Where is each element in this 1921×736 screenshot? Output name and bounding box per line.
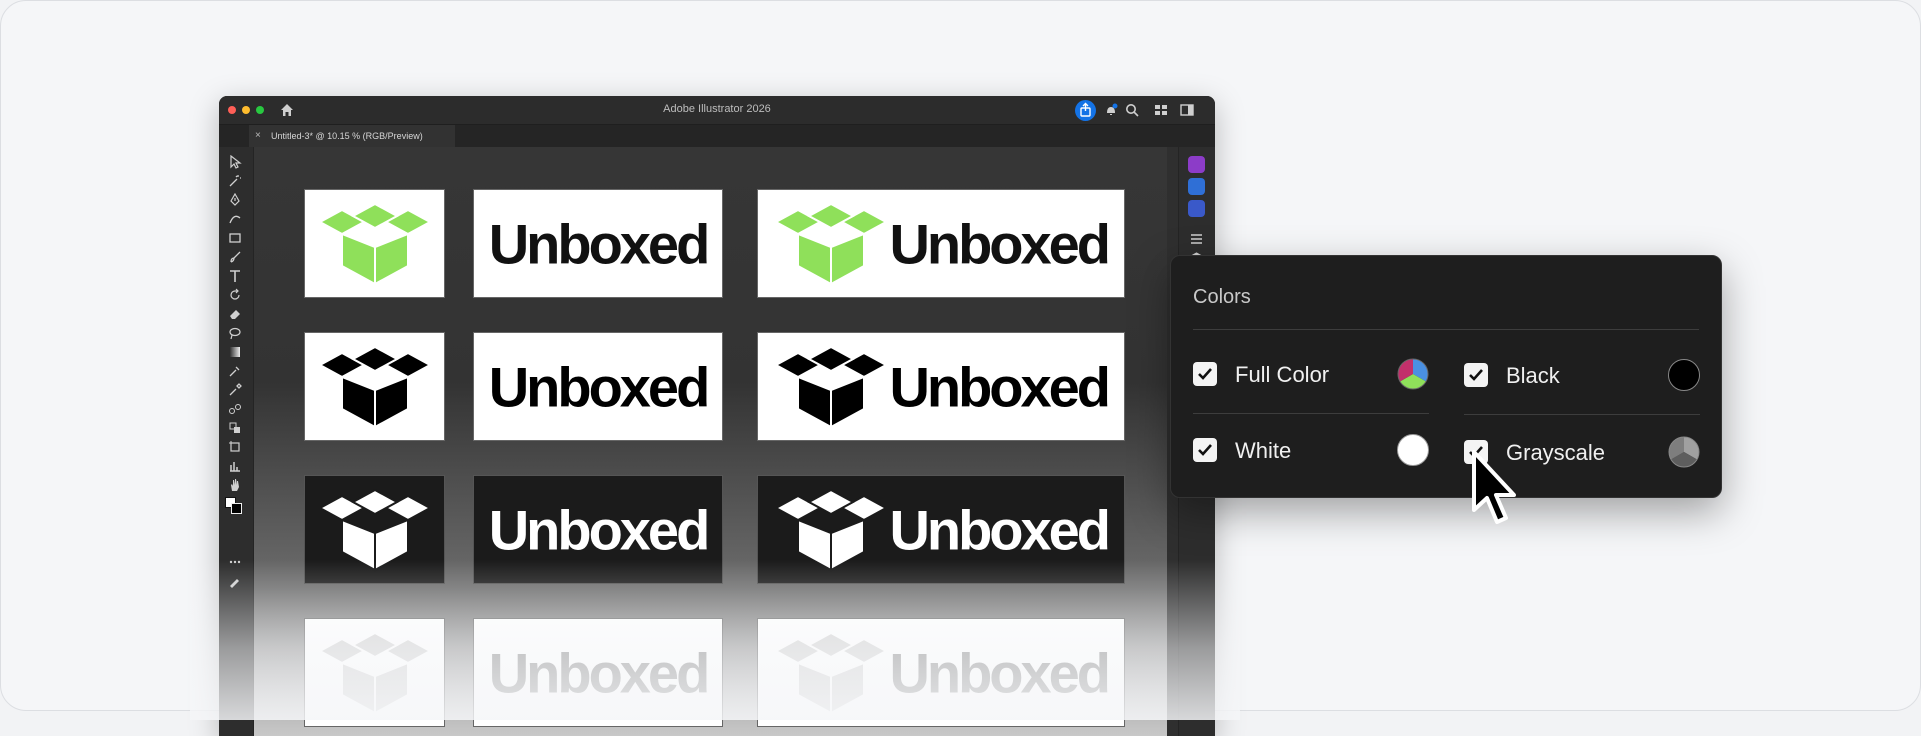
unboxed-logo-icon: [317, 488, 432, 577]
tricolor-swatch-icon: [1397, 358, 1429, 390]
artboard-black-icon[interactable]: [304, 332, 445, 441]
title-bar: Adobe Illustrator 2026: [219, 96, 1215, 125]
unboxed-logo-icon: [317, 202, 432, 291]
unboxed-wordmark: Unboxed: [488, 498, 711, 561]
artboard-black-combo[interactable]: Unboxed: [757, 332, 1125, 441]
document-tab[interactable]: × Untitled-3* @ 10.15 % (RGB/Preview): [249, 125, 455, 147]
option-black[interactable]: Black: [1464, 355, 1700, 415]
unboxed-wordmark: Unboxed: [889, 212, 1111, 275]
search-icon[interactable]: [1124, 102, 1140, 118]
artboard-full-color-combo[interactable]: Unboxed: [757, 189, 1125, 298]
option-white[interactable]: White: [1193, 430, 1429, 470]
gradient-tool-icon[interactable]: [228, 345, 242, 359]
unboxed-logo-icon: [773, 345, 889, 434]
checkmark-icon: [1198, 444, 1212, 456]
workspace-switcher-icon[interactable]: [1153, 102, 1169, 118]
unboxed-wordmark: Unboxed: [889, 498, 1111, 561]
stroke-swatch[interactable]: [231, 503, 242, 514]
option-separator: [1193, 413, 1429, 414]
mesh-tool-icon[interactable]: [228, 364, 242, 378]
colors-panel: Colors Full Color Black White Grayscale: [1170, 255, 1722, 498]
selection-tool-icon[interactable]: [228, 155, 242, 169]
type-tool-icon[interactable]: [228, 269, 242, 283]
unboxed-wordmark: Unboxed: [488, 641, 711, 704]
rectangle-tool-icon[interactable]: [228, 231, 242, 245]
artboard-full-color-icon[interactable]: [304, 189, 445, 298]
artboard-white-icon[interactable]: [304, 475, 445, 584]
more-tools-icon[interactable]: [228, 555, 242, 569]
mouse-cursor-icon: [1472, 450, 1516, 524]
black-label: Black: [1506, 363, 1560, 388]
full-color-label: Full Color: [1235, 362, 1330, 387]
unboxed-logo-icon: [317, 345, 432, 434]
white-swatch-icon: [1397, 434, 1429, 466]
black-checkbox[interactable]: [1464, 363, 1488, 387]
panel-title: Colors: [1193, 286, 1251, 308]
graph-tool-icon[interactable]: [228, 459, 242, 473]
unboxed-logo-icon: [317, 631, 432, 720]
swatches-icon[interactable]: [1188, 200, 1205, 217]
eyedropper-tool-icon[interactable]: [228, 383, 242, 397]
shape-builder-tool-icon[interactable]: [228, 421, 242, 435]
white-checkbox[interactable]: [1193, 438, 1217, 462]
plugin-icon[interactable]: [1188, 156, 1205, 173]
curvature-tool-icon[interactable]: [228, 212, 242, 226]
document-tab-bar: × Untitled-3* @ 10.15 % (RGB/Preview): [219, 125, 1215, 147]
unboxed-wordmark: Unboxed: [889, 641, 1111, 704]
tools-panel: [219, 147, 254, 736]
unboxed-logo-icon: [773, 202, 889, 291]
bell-icon[interactable]: [1103, 102, 1119, 118]
pen-tool-icon[interactable]: [228, 193, 242, 207]
artboard-white-combo[interactable]: Unboxed: [757, 475, 1125, 584]
artboard-tool-icon[interactable]: [228, 440, 242, 454]
libraries-icon[interactable]: [1188, 178, 1205, 195]
close-tab-icon[interactable]: ×: [255, 125, 261, 147]
document-tab-label: Untitled-3* @ 10.15 % (RGB/Preview): [271, 131, 423, 141]
edit-toolbar-icon[interactable]: [228, 574, 242, 588]
option-full-color[interactable]: Full Color: [1193, 354, 1429, 414]
paintbrush-tool-icon[interactable]: [228, 250, 242, 264]
artboard-black-word[interactable]: Unboxed: [473, 332, 723, 441]
artboard-white-word[interactable]: Unboxed: [473, 475, 723, 584]
grayscale-swatch-icon: [1668, 436, 1700, 468]
unboxed-logo-icon: [773, 631, 889, 720]
share-button[interactable]: [1075, 100, 1096, 121]
hand-tool-icon[interactable]: [228, 478, 242, 492]
share-icon: [1080, 102, 1091, 117]
checkmark-icon: [1198, 368, 1212, 380]
blend-tool-icon[interactable]: [228, 402, 242, 416]
checkmark-icon: [1469, 369, 1483, 381]
artboard-full-color-word[interactable]: Unboxed: [473, 189, 723, 298]
unboxed-wordmark: Unboxed: [488, 355, 711, 418]
window-title: Adobe Illustrator 2026: [663, 103, 771, 115]
unboxed-logo-icon: [773, 488, 889, 577]
lasso-tool-icon[interactable]: [228, 326, 242, 340]
panel-toggle-icon[interactable]: [1179, 102, 1195, 118]
properties-icon[interactable]: [1189, 231, 1204, 246]
eraser-tool-icon[interactable]: [228, 307, 242, 321]
rotate-tool-icon[interactable]: [228, 288, 242, 302]
black-swatch-icon: [1668, 359, 1700, 391]
unboxed-wordmark: Unboxed: [889, 355, 1111, 418]
unboxed-wordmark: Unboxed: [488, 212, 711, 275]
magic-wand-tool-icon[interactable]: [228, 174, 242, 188]
full-color-checkbox[interactable]: [1193, 362, 1217, 386]
white-label: White: [1235, 438, 1292, 463]
option-separator: [1464, 414, 1700, 415]
panel-divider: [1193, 329, 1699, 330]
